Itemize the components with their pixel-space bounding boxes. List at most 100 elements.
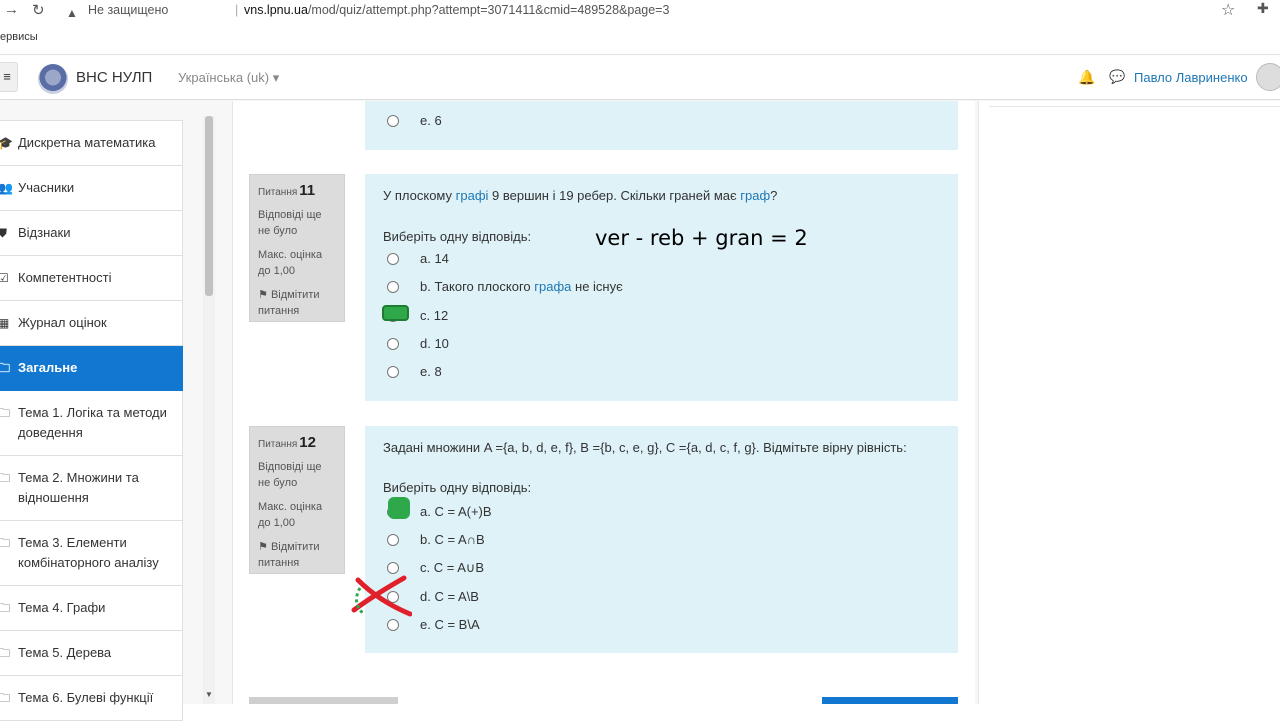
security-label: Не защищено bbox=[88, 3, 169, 17]
site-logo[interactable] bbox=[38, 64, 68, 94]
option-label: a. C = A(+)B bbox=[420, 504, 492, 519]
scroll-down-arrow-icon[interactable]: ▼ bbox=[205, 690, 213, 699]
warning-icon[interactable]: ▲ bbox=[66, 3, 78, 23]
graduation-cap-icon: 🎓 bbox=[0, 136, 13, 150]
question-number: 12 bbox=[299, 434, 316, 451]
right-column bbox=[978, 101, 1280, 704]
sidebar-item[interactable]: 🗀 Тема 3. Елементи комбінаторного аналізу bbox=[0, 521, 183, 586]
right-column-divider bbox=[989, 106, 1280, 107]
sidebar-item[interactable]: 🗀 Тема 5. Дерева bbox=[0, 631, 183, 676]
sidebar-item[interactable]: 🗀 Тема 1. Логіка та методи доведення bbox=[0, 391, 183, 456]
sidebar-item-label: Тема 1. Логіка та методи доведення bbox=[18, 405, 167, 440]
reload-icon[interactable]: ↻ bbox=[32, 1, 45, 19]
sidebar-item-label: Відзнаки bbox=[18, 225, 71, 240]
sidebar-item-label: Тема 4. Графи bbox=[18, 600, 106, 615]
url-text[interactable]: vns.lpnu.ua/mod/quiz/attempt.php?attempt… bbox=[244, 0, 669, 20]
question-content-11: У плоскому графі 9 вершин і 19 ребер. Ск… bbox=[365, 174, 958, 401]
radio-button[interactable] bbox=[387, 619, 399, 631]
previous-question-answers: e. 6 bbox=[365, 101, 958, 150]
user-name[interactable]: Павло Лавриненко bbox=[1134, 70, 1248, 85]
address-separator: | bbox=[235, 3, 239, 17]
site-brand[interactable]: ВНС НУЛП bbox=[76, 69, 152, 86]
answer-prompt: Виберіть одну відповідь: bbox=[383, 480, 532, 495]
next-page-button[interactable] bbox=[822, 697, 958, 704]
flag-question-link[interactable]: ⚑ Відмітити питання bbox=[258, 539, 336, 571]
sidebar-item[interactable]: 🗀 Загальне bbox=[0, 346, 183, 391]
bookmark-star-icon[interactable]: ☆ bbox=[1221, 0, 1235, 20]
handwritten-annotation: ver - reb + gran = 2 bbox=[595, 226, 808, 250]
sidebar-item-label: Загальне bbox=[18, 360, 78, 375]
question-status: Відповіді ще не було bbox=[258, 209, 322, 237]
sidebar-scrollbar[interactable]: ▼ bbox=[203, 116, 215, 704]
folder-icon: 🗀 bbox=[0, 471, 11, 485]
address-row: → ↻ ▲ Не защищено | vns.lpnu.ua/mod/quiz… bbox=[0, 0, 1280, 22]
radio-button[interactable] bbox=[387, 338, 399, 350]
radio-button[interactable] bbox=[387, 281, 399, 293]
language-menu[interactable]: Українська (uk) ▾ bbox=[178, 70, 279, 86]
flag-icon: ⚑ bbox=[258, 541, 268, 553]
sidebar-item-label: Журнал оцінок bbox=[18, 315, 107, 330]
radio-button[interactable] bbox=[387, 253, 399, 265]
scrollbar-thumb[interactable] bbox=[205, 116, 213, 296]
sidebar-item[interactable]: 🎓 Дискретна математика bbox=[0, 120, 183, 166]
folder-icon: 🗀 bbox=[0, 646, 11, 660]
users-icon: 👥 bbox=[0, 181, 13, 195]
question-text: Задані множини A ={a, b, d, e, f}, B ={b… bbox=[383, 440, 907, 455]
radio-button[interactable] bbox=[387, 115, 399, 127]
forward-arrow-icon[interactable]: → bbox=[4, 1, 19, 18]
glossary-link[interactable]: графа bbox=[534, 279, 571, 294]
sidebar-item[interactable]: ▦ Журнал оцінок bbox=[0, 301, 183, 346]
glossary-link[interactable]: графі bbox=[456, 188, 489, 203]
question-number: 11 bbox=[299, 182, 316, 199]
avatar[interactable] bbox=[1256, 63, 1280, 91]
bell-icon[interactable]: 🔔 bbox=[1078, 69, 1095, 86]
folder-icon: 🗀 bbox=[0, 691, 11, 705]
sidebar-item[interactable]: 👥 Учасники bbox=[0, 166, 183, 211]
sidebar-item[interactable]: 🗀 Тема 2. Множини та відношення bbox=[0, 456, 183, 521]
flag-label: Відмітити питання bbox=[258, 541, 320, 569]
sidebar-item-label: Дискретна математика bbox=[18, 135, 156, 150]
question-max-grade: Макс. оцінка до 1,00 bbox=[258, 501, 323, 529]
sidebar-item-label: Тема 2. Множини та відношення bbox=[18, 470, 139, 505]
question-info-12: Питання 12 Відповіді ще не було Макс. оці… bbox=[249, 426, 345, 574]
option-label: e. 6 bbox=[420, 113, 442, 128]
option-label: c. C = A∪B bbox=[420, 560, 485, 575]
answer-prompt: Виберіть одну відповідь: bbox=[383, 229, 532, 244]
sidebar-list: 🎓 Дискретна математика 👥 Учасники ⛊ Відзнаки ☑… bbox=[0, 120, 183, 721]
option-label: d. 10 bbox=[420, 336, 449, 351]
radio-button[interactable] bbox=[387, 562, 399, 574]
question-status: Відповіді ще не було bbox=[258, 461, 322, 489]
extensions-icon[interactable]: ✚ bbox=[1257, 0, 1269, 17]
chat-icon[interactable]: 💬 bbox=[1109, 69, 1125, 85]
site-navbar: ≡ ВНС НУЛП Українська (uk) ▾ 🔔 💬 Павло Л… bbox=[0, 56, 1280, 100]
question-label: Питання bbox=[258, 439, 298, 450]
radio-button[interactable] bbox=[387, 366, 399, 378]
question-max-grade: Макс. оцінка до 1,00 bbox=[258, 249, 323, 277]
question-text: У плоскому графі 9 вершин і 19 ребер. Ск… bbox=[383, 188, 778, 203]
sidebar-item-label: Компетентності bbox=[18, 270, 112, 285]
sidebar-item-label: Учасники bbox=[18, 180, 75, 195]
option-label: c. 12 bbox=[420, 308, 449, 323]
address-bar[interactable]: ▲ Не защищено | vns.lpnu.ua/mod/quiz/att… bbox=[60, 0, 1220, 22]
sidebar-item[interactable]: 🗀 Тема 6. Булеві функції bbox=[0, 676, 183, 721]
bookmarks-bar-item[interactable]: ервисы bbox=[0, 31, 38, 43]
browser-chrome: → ↻ ▲ Не защищено | vns.lpnu.ua/mod/quiz… bbox=[0, 0, 1280, 55]
sidebar-item[interactable]: ⛊ Відзнаки bbox=[0, 211, 183, 256]
course-sidebar: 🎓 Дискретна математика 👥 Учасники ⛊ Відзнаки ☑… bbox=[0, 101, 215, 721]
question-label: Питання bbox=[258, 187, 298, 198]
previous-page-button[interactable] bbox=[249, 697, 398, 704]
menu-toggle-icon[interactable]: ≡ bbox=[0, 62, 18, 92]
flag-question-link[interactable]: ⚑ Відмітити питання bbox=[258, 287, 336, 319]
option-label: e. 8 bbox=[420, 364, 442, 379]
radio-button[interactable] bbox=[387, 534, 399, 546]
folder-icon: 🗀 bbox=[0, 406, 11, 420]
sidebar-item[interactable]: ☑ Компетентності bbox=[0, 256, 183, 301]
folder-icon: 🗀 bbox=[0, 536, 11, 550]
glossary-link[interactable]: граф bbox=[740, 188, 770, 203]
green-highlight-mark bbox=[388, 497, 410, 519]
sidebar-item[interactable]: 🗀 Тема 4. Графи bbox=[0, 586, 183, 631]
red-cross-mark bbox=[351, 575, 412, 617]
question-content-12: Задані множини A ={a, b, d, e, f}, B ={b… bbox=[365, 426, 958, 653]
question-info-11: Питання 11 Відповіді ще не було Макс. оці… bbox=[249, 174, 345, 322]
option-label: e. C = B\A bbox=[420, 617, 480, 632]
